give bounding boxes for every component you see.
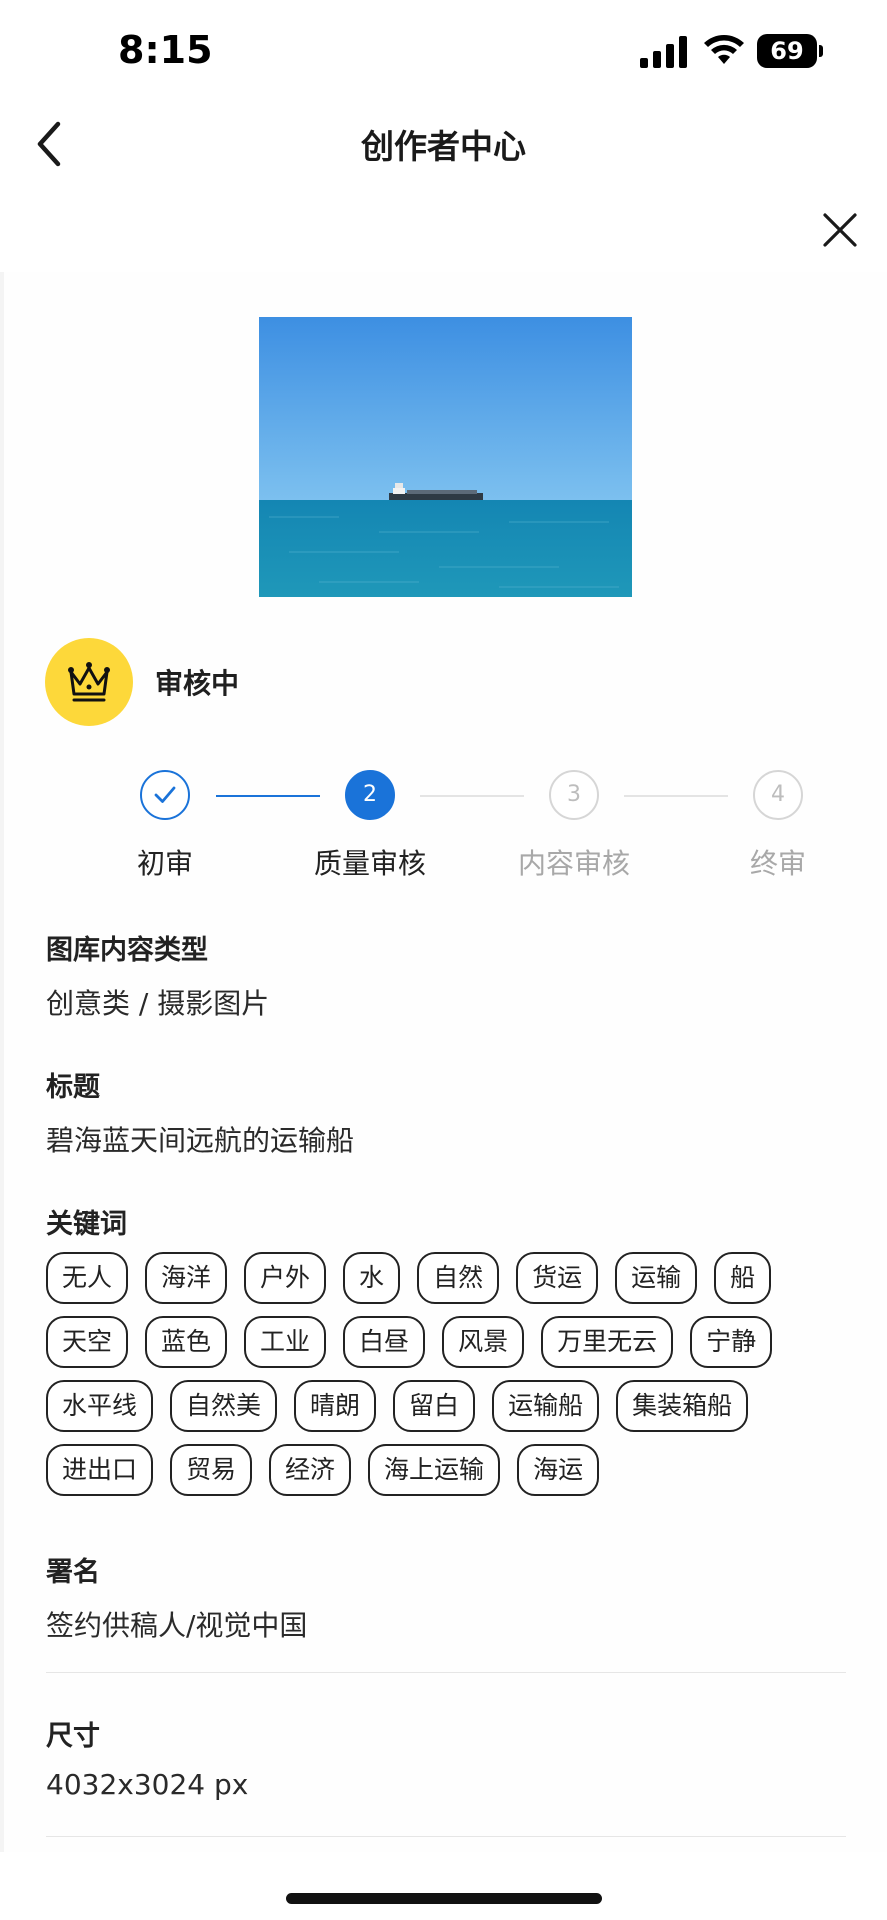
submitted-photo[interactable] bbox=[259, 317, 632, 597]
keyword-tag: 运输 bbox=[615, 1252, 698, 1304]
step-1-label: 初审 bbox=[136, 847, 193, 880]
divider bbox=[46, 1836, 846, 1837]
crown-badge bbox=[45, 638, 133, 726]
keyword-tag: 进出口 bbox=[46, 1444, 154, 1496]
keyword-tag: 天空 bbox=[46, 1316, 129, 1368]
keyword-tag: 船 bbox=[714, 1252, 772, 1304]
step-2-label: 质量审核 bbox=[313, 847, 426, 880]
step-4-label: 终审 bbox=[749, 847, 806, 880]
keywords-title: 关键词 bbox=[46, 1209, 127, 1240]
keyword-tag: 经济 bbox=[269, 1444, 352, 1496]
keyword-tags: 无人 海洋 户外水自然 货运 运输船天空 蓝色 工业 白昼 风景 万里无云 宁静 水平线 自然美 晴朗 留白… bbox=[46, 1252, 846, 1508]
keyword-tag: 风景 bbox=[442, 1316, 525, 1368]
signature-title: 署名 bbox=[46, 1557, 100, 1588]
divider bbox=[46, 1672, 846, 1673]
content-type-title: 图库内容类型 bbox=[46, 935, 208, 966]
step-connector-1 bbox=[216, 795, 320, 797]
keyword-tag: 水 bbox=[343, 1252, 401, 1304]
step-3-label: 内容审核 bbox=[517, 847, 630, 880]
keyword-tag: 白昼 bbox=[343, 1316, 426, 1368]
keyword-tag: 海运 bbox=[517, 1444, 600, 1496]
keyword-row: 无人 海洋 户外水自然 货运 运输船 bbox=[46, 1252, 846, 1304]
battery-level: 69 bbox=[757, 34, 817, 68]
keyword-tag: 水平线 bbox=[46, 1380, 154, 1432]
size-title: 尺寸 bbox=[46, 1721, 100, 1752]
keyword-tag: 蓝色 bbox=[145, 1316, 228, 1368]
keyword-tag: 贸易 bbox=[170, 1444, 253, 1496]
keyword-row: 天空 蓝色 工业 白昼 风景 万里无云 宁静 bbox=[46, 1316, 846, 1368]
step-4-circle: 4 bbox=[753, 770, 803, 820]
keyword-tag: 无人 bbox=[46, 1252, 129, 1304]
crown-icon bbox=[68, 662, 110, 702]
keyword-tag: 自然 bbox=[417, 1252, 500, 1304]
check-icon bbox=[154, 786, 176, 803]
wifi-icon bbox=[704, 35, 744, 64]
keyword-tag: 自然美 bbox=[170, 1380, 278, 1432]
close-icon[interactable] bbox=[820, 210, 860, 250]
review-stepper: 2 3 4 初审 质量审核 内容审核 终审 bbox=[0, 770, 887, 890]
step-connector-3 bbox=[624, 795, 728, 797]
review-status-row: 审核中 bbox=[45, 638, 745, 726]
page-title: 创作者中心 bbox=[361, 127, 526, 166]
keyword-tag: 晴朗 bbox=[294, 1380, 377, 1432]
keyword-tag: 万里无云 bbox=[541, 1316, 674, 1368]
keyword-row: 进出口 贸易 经济 海上运输 海运 bbox=[46, 1444, 846, 1496]
cellular-signal-icon bbox=[640, 36, 687, 68]
size-value: 4032x3024 px bbox=[46, 1768, 249, 1801]
headline-title: 标题 bbox=[46, 1072, 100, 1103]
keyword-tag: 工业 bbox=[244, 1316, 327, 1368]
keyword-tag: 集装箱船 bbox=[616, 1380, 749, 1432]
keyword-row: 水平线 自然美 晴朗 留白 运输船 集装箱船 bbox=[46, 1380, 846, 1432]
signature-value: 签约供稿人/视觉中国 bbox=[46, 1609, 308, 1642]
status-time: 8:15 bbox=[118, 28, 213, 72]
keyword-tag: 海上运输 bbox=[368, 1444, 501, 1496]
review-status-text: 审核中 bbox=[155, 667, 240, 700]
keyword-tag: 运输船 bbox=[492, 1380, 600, 1432]
battery-icon: 69 bbox=[757, 34, 823, 68]
keyword-tag: 海洋 bbox=[145, 1252, 228, 1304]
step-3-circle: 3 bbox=[549, 770, 599, 820]
keyword-tag: 户外 bbox=[244, 1252, 327, 1304]
status-bar: 8:15 69 bbox=[0, 0, 887, 100]
content-type-value: 创意类 / 摄影图片 bbox=[46, 987, 270, 1020]
step-1-check bbox=[140, 770, 190, 820]
headline-value: 碧海蓝天间远航的运输船 bbox=[46, 1124, 355, 1157]
keyword-tag: 留白 bbox=[393, 1380, 476, 1432]
keyword-tag: 货运 bbox=[516, 1252, 599, 1304]
home-indicator[interactable] bbox=[286, 1893, 602, 1904]
step-connector-2 bbox=[420, 795, 524, 797]
step-2-circle: 2 bbox=[345, 770, 395, 820]
keyword-tag: 宁静 bbox=[690, 1316, 773, 1368]
